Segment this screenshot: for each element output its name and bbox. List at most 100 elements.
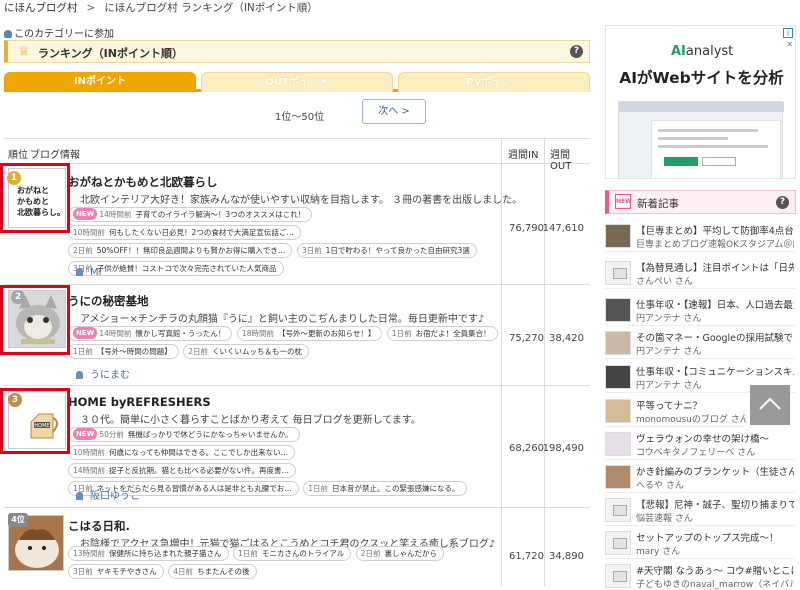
highlight-box	[0, 388, 70, 454]
tab-pv-points[interactable]: PVポイント	[398, 72, 590, 92]
header-blog-info: ブログ情報	[30, 150, 80, 161]
ad-brand: AIanalyst	[671, 44, 734, 59]
article-thumbnail	[605, 531, 631, 555]
highlight-box	[0, 285, 70, 355]
ad-headline: AIがWebサイトを分析	[619, 69, 784, 87]
blog-author[interactable]: 阪口ゆうこ	[76, 487, 140, 502]
tab-out-points[interactable]: OUTポイント	[201, 72, 393, 92]
table-row: おがねと かもめと 北欧暮らし。 1 おがねとかもめと北欧暮らし 北欧インテリア…	[4, 165, 590, 285]
article-thumbnail	[605, 261, 631, 285]
category-join-link[interactable]: このカテゴリーに参加	[4, 25, 114, 40]
article-thumbnail	[605, 498, 631, 522]
table-row: HOME 3 HOME byREFRESHERS ３０代。簡単に小さく暮らすこと…	[4, 387, 590, 508]
ranking-tabs: INポイント OUTポイント PVポイント	[4, 72, 590, 92]
blog-description: ３０代。簡単に小さく暮らすことばかり考えて 毎日ブログを更新してます。	[80, 415, 421, 426]
table-row: 2 うにの秘密基地 アメショー×チンチラの丸顔猫『うに』と飼い主のこぢんまりした…	[4, 286, 590, 386]
table-row: 4位 こはる日和. お陰様でアクセス急増中！元猫で猫ごはるとこうめとコチ君のクス…	[4, 509, 590, 589]
tab-in-points[interactable]: INポイント	[4, 72, 196, 92]
post-chip[interactable]: 3日前 ヤキモチやきさん	[68, 564, 164, 579]
article-item[interactable]: ヴェラウォンの幸せの架け橋〜 コウベキタノフェリーベ さん	[605, 430, 796, 460]
post-chip[interactable]: 2日前 裏しゃんだから	[355, 546, 445, 561]
category-join-label: このカテゴリーに参加	[14, 29, 114, 40]
article-item[interactable]: その箇マネー・Googleの採用試験で出さ…円アンテナ さん	[605, 329, 796, 359]
new-articles-header: NEW 新着記事 ?	[605, 190, 796, 214]
article-thumbnail	[605, 432, 631, 456]
breadcrumb-current: にほんブログ村 ランキング（INポイント順）	[104, 2, 318, 14]
blog-title[interactable]: おがねとかもめと北欧暮らし	[68, 174, 218, 190]
crown-icon: ♕	[18, 44, 30, 59]
chevron-up-icon	[759, 397, 781, 410]
article-thumbnail	[605, 465, 631, 489]
header-weekly-in: 週間IN	[508, 150, 539, 161]
post-chip[interactable]: 1日前 モニカさんのトライアル	[233, 546, 352, 561]
user-icon	[76, 268, 83, 276]
ad-banner[interactable]: i ✕ AIanalyst AIがWebサイトを分析	[605, 25, 796, 179]
post-chip[interactable]: 2日前 50%OFF！！無印良品週間よりも賢かお得に購入でき…	[68, 243, 293, 258]
post-chip[interactable]: NEW 50分前 無機ばっかりで休どうにかなっちゃいませんか。	[68, 427, 300, 442]
help-icon[interactable]: ?	[776, 196, 789, 209]
post-chip[interactable]: 10時間前 何もしたくない日必見！2つの食材で大満足宣伝話ご…	[68, 225, 301, 240]
user-icon	[76, 492, 83, 500]
post-chip[interactable]: 3日前 1日で貯わる！やって良かった自由研究3選	[296, 243, 477, 258]
blog-author[interactable]: MI	[76, 267, 102, 278]
new-badge: NEW	[73, 428, 98, 440]
breadcrumb-home-link[interactable]: にほんブログ村	[4, 2, 78, 14]
blog-description: 北欧インテリア大好き！家族みんなが使いやすい収納を目指します。 ３冊の著書を出版…	[80, 195, 523, 206]
post-chip[interactable]: 1日前 日本昔が禁止。この緊張感嫌になる。	[303, 481, 467, 496]
breadcrumb-separator: >	[86, 2, 96, 14]
article-item[interactable]: 【為替見通し】注目ポイントは「日先介入…さんぺい さん	[605, 259, 796, 289]
header-rank: 順位	[8, 150, 28, 161]
blog-author[interactable]: うにまむ	[76, 366, 130, 381]
article-thumbnail	[605, 224, 631, 248]
article-thumbnail	[605, 331, 631, 355]
breadcrumb: にほんブログ村 > にほんブログ村 ランキング（INポイント順）	[4, 0, 318, 15]
post-chip[interactable]: 18時間前 【号外〜更新のお知らせ！】	[236, 326, 383, 341]
blog-title[interactable]: HOME byREFRESHERS	[68, 395, 211, 409]
blog-title[interactable]: うにの秘密基地	[68, 293, 149, 309]
post-chip[interactable]: 2日前 くいくいムッち＆もーの枕	[183, 344, 310, 359]
weekly-out-value: 147,610	[542, 223, 584, 234]
post-chip[interactable]: NEW 14時間前 懐かし写真館・うったん！	[68, 326, 233, 341]
help-icon[interactable]: ?	[570, 45, 583, 58]
ad-info-icon[interactable]: i	[783, 28, 793, 38]
article-thumbnail	[605, 298, 631, 322]
table-header: 順位 ブログ情報 週間IN 週間OUT	[4, 138, 590, 172]
post-chip[interactable]: 1日前 【号外〜時間の問題】	[68, 344, 179, 359]
ad-screenshot	[618, 101, 784, 178]
users-icon	[4, 30, 12, 38]
article-item[interactable]: 平等ってナニ？ monomousuのブログ さん	[605, 397, 746, 427]
weekly-out-value: 198,490	[542, 443, 584, 454]
article-item[interactable]: かき針編みのブランケット（生徒さんの作…へるや さん	[605, 463, 796, 493]
post-chip[interactable]: 1日前 お宿だよ！全員集合！	[386, 326, 498, 341]
post-chip[interactable]: 14時間前 捉子と反抗期。猫とも比べる必要がない件。再度書…	[68, 463, 297, 478]
blog-description: アメショー×チンチラの丸顔猫『うに』と飼い主のこぢんまりした日常。毎日更新中です…	[80, 314, 485, 325]
article-thumbnail	[605, 564, 631, 588]
close-icon[interactable]: ✕	[786, 40, 793, 49]
pager-range: 1位～50位	[275, 112, 325, 123]
ranking-title: ランキング（INポイント順）	[38, 47, 183, 60]
article-item[interactable]: セットアップのトップス完成〜！ mary さん	[605, 529, 796, 559]
new-badge: NEW	[73, 208, 98, 220]
post-chip[interactable]: 4日前 ちまたんその後	[168, 564, 257, 579]
post-chip[interactable]: 13時間前 保健所に持ち込まれた親子猫さん	[68, 546, 229, 561]
weekly-out-value: 34,890	[549, 551, 584, 562]
article-thumbnail	[605, 399, 631, 423]
highlight-box	[0, 163, 70, 233]
article-thumbnail	[605, 365, 631, 389]
post-chip[interactable]: 10時間前 何歳になっても仲間はできる。ここでしか出来ない…	[68, 445, 296, 460]
ranking-header: ♕ ランキング（INポイント順） ?	[4, 40, 590, 63]
new-articles-title: 新着記事	[637, 198, 679, 210]
article-item[interactable]: 【悲報】尼神・誠子、聖切り捕まりて「可憂…悩芸速報 さん	[605, 496, 796, 526]
scroll-to-top-button[interactable]	[750, 385, 790, 425]
article-item[interactable]: 仕事年収・【速報】日本、人口過去最大の…円アンテナ さん	[605, 296, 796, 326]
post-chip[interactable]: NEW 14時間前 子育てのイライラ解消〜！3つのオススメはこれ！	[68, 207, 313, 222]
next-page-button[interactable]: 次へ >	[362, 99, 426, 124]
user-icon	[76, 371, 83, 379]
article-item[interactable]: #天守閣 なうあぅ〜 コウ#贈いとこは吾〜子どもゆきのnaval_marrow（…	[605, 562, 796, 590]
new-badge: NEW	[615, 194, 632, 209]
weekly-out-value: 38,420	[549, 333, 584, 344]
new-badge: NEW	[73, 327, 98, 339]
rank-badge: 4位	[8, 513, 28, 527]
article-item[interactable]: 【巨専まとめ】平均して防御率4点台ではなく…巨専まとめブログ速報OKスタジアム＠…	[605, 222, 796, 252]
blog-title[interactable]: こはる日和.	[68, 518, 130, 534]
